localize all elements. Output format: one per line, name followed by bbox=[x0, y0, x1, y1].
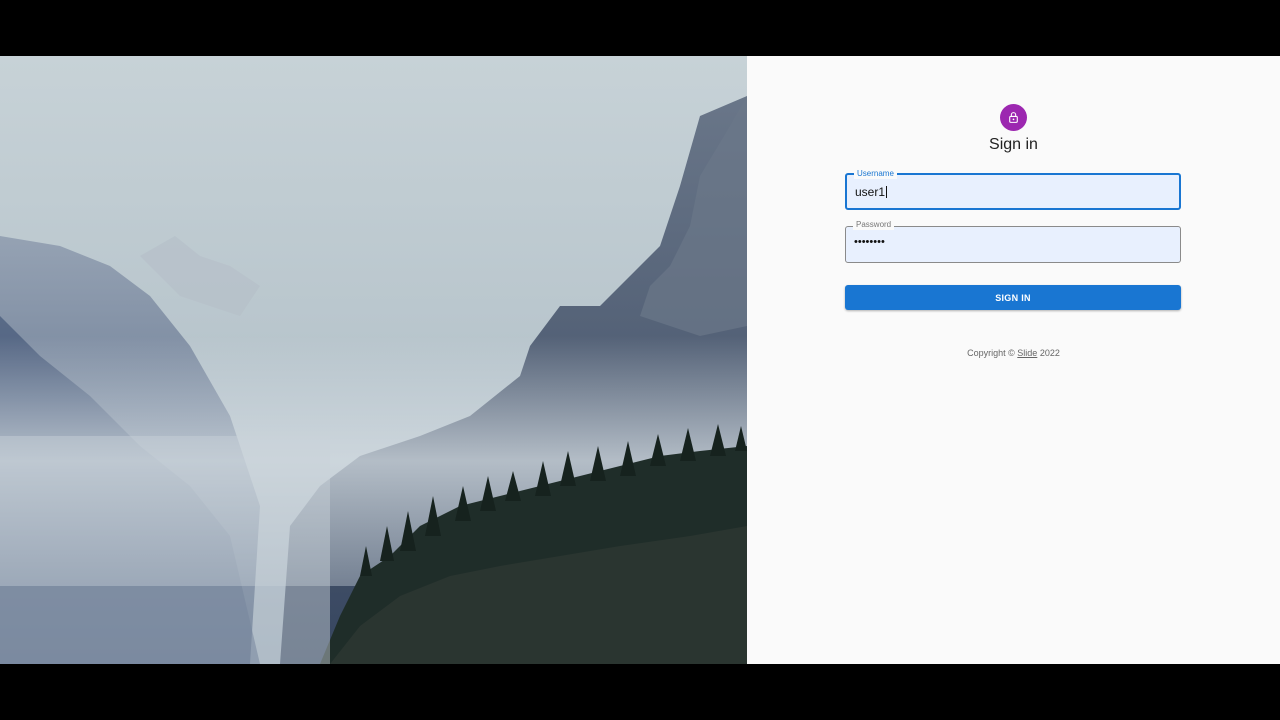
letterbox-bottom bbox=[0, 664, 1280, 720]
copyright: Copyright © Slide 2022 bbox=[747, 348, 1280, 358]
username-value: user1 bbox=[855, 185, 886, 199]
username-label: Username bbox=[854, 168, 897, 179]
text-caret bbox=[886, 186, 888, 198]
password-field[interactable]: Password •••••••• bbox=[845, 219, 1181, 263]
avatar bbox=[1000, 104, 1027, 131]
misty-mountains-illustration bbox=[0, 56, 747, 664]
username-input[interactable]: user1 bbox=[855, 185, 888, 199]
sign-in-button[interactable]: SIGN IN bbox=[845, 285, 1181, 310]
password-input[interactable]: •••••••• bbox=[854, 236, 885, 248]
username-field[interactable]: Username user1 bbox=[845, 168, 1181, 210]
copyright-link[interactable]: Slide bbox=[1017, 348, 1037, 358]
letterbox-top bbox=[0, 0, 1280, 56]
copyright-year: 2022 bbox=[1037, 348, 1060, 358]
page-title: Sign in bbox=[989, 136, 1038, 153]
password-label: Password bbox=[853, 219, 895, 230]
sign-in-panel: Sign in Username user1 Password ••••••••… bbox=[747, 56, 1280, 664]
sign-in-page: Sign in Username user1 Password ••••••••… bbox=[0, 56, 1280, 664]
hero-image bbox=[0, 56, 747, 664]
lock-icon bbox=[1009, 112, 1018, 123]
copyright-prefix: Copyright © bbox=[967, 348, 1018, 358]
